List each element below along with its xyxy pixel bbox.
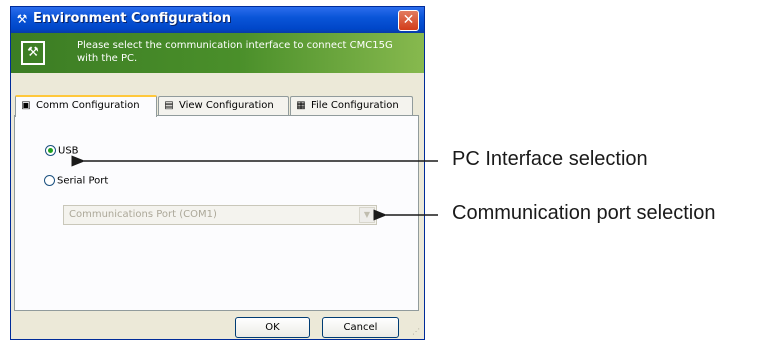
communication-port-callout: Communication port selection [452,202,716,224]
pc-interface-callout: PC Interface selection [452,148,648,170]
tab-comm-configuration[interactable]: ▣ Comm Configuration [15,95,157,117]
tab-label: Comm Configuration [36,100,140,111]
comm-icon: ▣ [21,100,31,111]
callout-arrows [71,155,438,221]
